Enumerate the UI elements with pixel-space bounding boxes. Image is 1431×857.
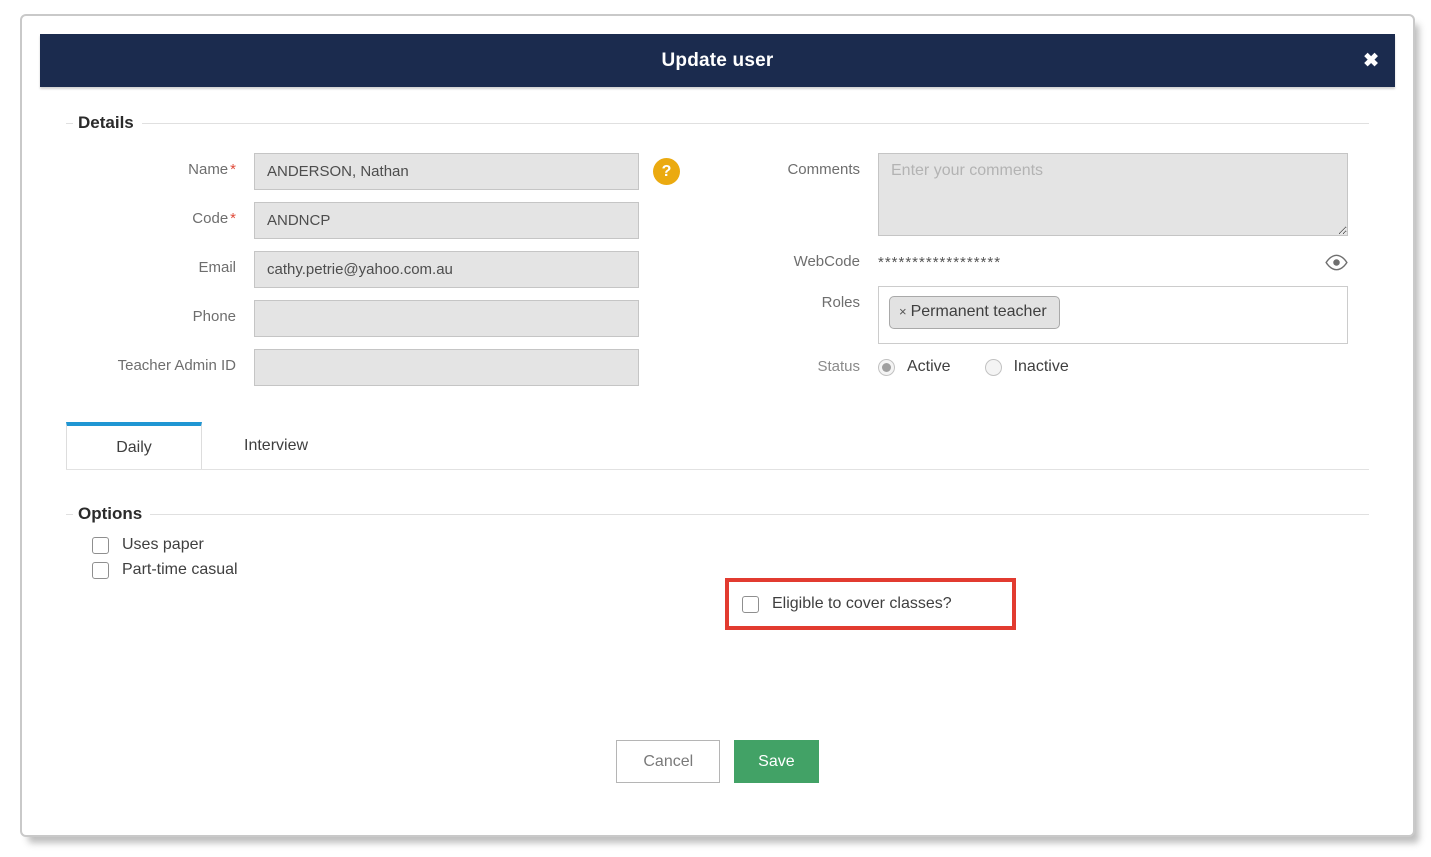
comments-row: Comments [780, 153, 1369, 241]
teacher-admin-id-field[interactable] [254, 349, 639, 386]
details-section-legend: Details [66, 113, 1369, 133]
details-legend-text: Details [78, 113, 134, 132]
remove-tag-icon[interactable]: × [899, 304, 907, 319]
highlight-annotation: Eligible to cover classes? [725, 578, 1016, 630]
close-icon[interactable]: ✖ [1363, 51, 1379, 70]
cancel-button[interactable]: Cancel [616, 740, 721, 783]
status-inactive-option[interactable]: Inactive [984, 358, 1069, 376]
code-field[interactable] [254, 202, 639, 239]
part-time-casual-option[interactable]: Part-time casual [92, 561, 1369, 579]
tab-daily[interactable]: Daily [66, 422, 202, 469]
roles-label: Roles [821, 293, 860, 311]
options-legend-text: Options [78, 504, 143, 523]
role-tag-label: Permanent teacher [910, 302, 1047, 320]
code-label: Code * [192, 210, 236, 227]
status-inactive-label: Inactive [1013, 358, 1069, 376]
required-asterisk: * [230, 161, 236, 178]
phone-row: Phone [66, 300, 714, 337]
status-label: Status [817, 357, 860, 375]
status-row: Status Active Inactive [780, 358, 1369, 377]
radio-inactive[interactable] [984, 358, 1002, 376]
part-time-casual-label: Part-time casual [122, 561, 238, 578]
radio-active[interactable] [878, 358, 895, 376]
email-label: Email [198, 259, 236, 276]
phone-field[interactable] [254, 300, 639, 337]
email-row: Email [66, 251, 714, 288]
tab-interview[interactable]: Interview [202, 422, 350, 469]
role-tag: × Permanent teacher [889, 295, 1060, 329]
help-icon[interactable]: ? [653, 158, 680, 185]
save-button[interactable]: Save [734, 740, 819, 783]
tab-bar: Daily Interview [66, 422, 1369, 470]
eligible-to-cover-label: Eligible to cover classes? [772, 595, 952, 612]
name-field[interactable] [254, 153, 639, 190]
dialog-title: Update user [661, 49, 774, 71]
dialog-header: Update user ✖ [40, 34, 1395, 87]
eye-icon[interactable] [1325, 254, 1348, 271]
name-row: Name* ? [66, 153, 714, 190]
options-section-legend: Options [66, 504, 1369, 524]
update-user-dialog: Update user ✖ Details Name* ? [20, 14, 1415, 837]
comments-field[interactable] [878, 153, 1348, 236]
part-time-casual-checkbox[interactable] [92, 561, 109, 579]
status-active-option[interactable]: Active [878, 358, 951, 376]
webcode-masked-value: ****************** [878, 253, 1002, 271]
comments-label: Comments [787, 161, 860, 178]
email-field[interactable] [254, 251, 639, 288]
roles-row: Roles × Permanent teacher [780, 285, 1369, 344]
dialog-footer: Cancel Save [66, 740, 1369, 819]
webcode-label: WebCode [793, 253, 860, 270]
eligible-to-cover-option[interactable]: Eligible to cover classes? [742, 595, 952, 613]
teacher-admin-id-row: Teacher Admin ID [66, 349, 714, 386]
uses-paper-option[interactable]: Uses paper [92, 536, 1369, 554]
code-row: Code * [66, 202, 714, 239]
webcode-row: WebCode ****************** [780, 253, 1369, 272]
phone-label: Phone [192, 308, 236, 325]
status-active-label: Active [907, 358, 951, 376]
required-asterisk: * [230, 210, 236, 227]
name-label: Name * [188, 161, 236, 178]
eligible-to-cover-checkbox[interactable] [742, 595, 759, 613]
uses-paper-label: Uses paper [122, 536, 204, 553]
uses-paper-checkbox[interactable] [92, 536, 109, 554]
teacher-admin-id-label: Teacher Admin ID [117, 357, 236, 374]
roles-multiselect[interactable]: × Permanent teacher [878, 285, 1348, 344]
